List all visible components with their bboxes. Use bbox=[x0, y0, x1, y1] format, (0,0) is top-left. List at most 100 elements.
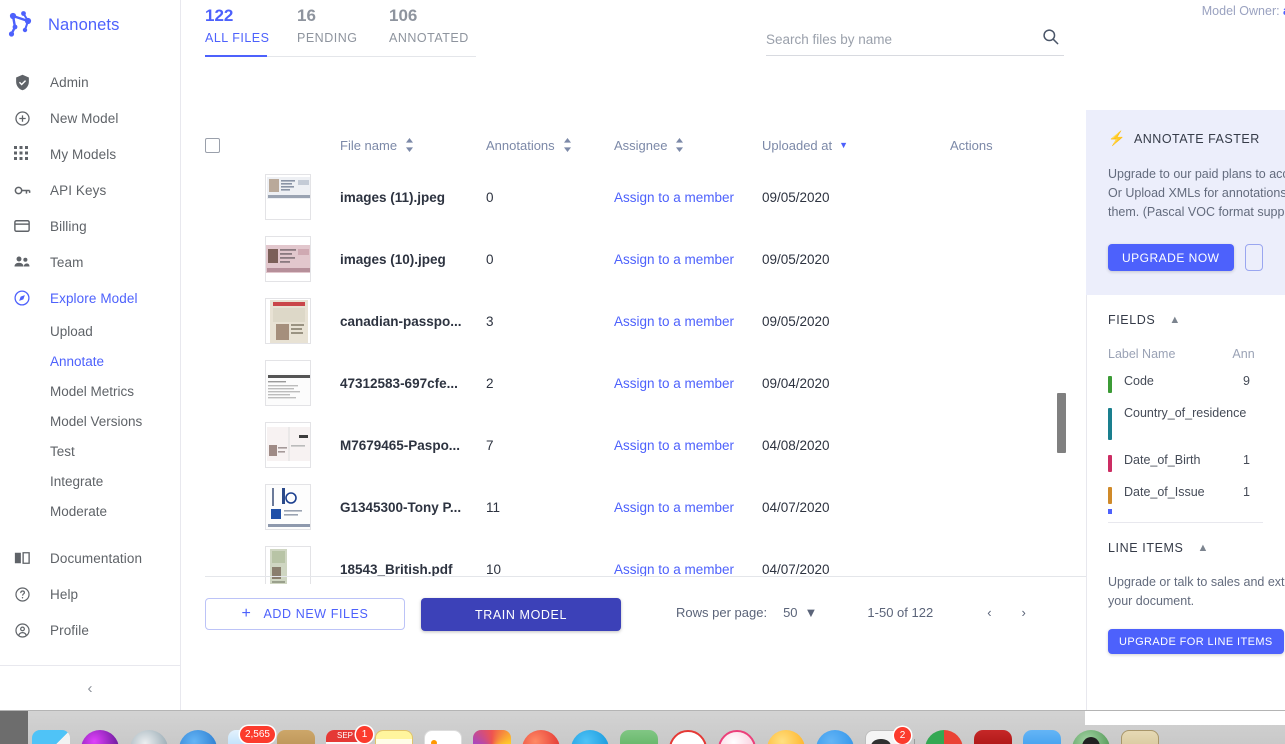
sidebar-item-integrate[interactable]: Integrate bbox=[0, 466, 180, 496]
dock-icon-reminders[interactable] bbox=[424, 730, 462, 744]
row-thumbnail-cell[interactable] bbox=[265, 236, 340, 282]
table-row[interactable]: images (11).jpeg 0 Assign to a member 09… bbox=[181, 166, 1086, 228]
rows-per-page-select[interactable]: 50 bbox=[783, 605, 797, 620]
sidebar-item-admin[interactable]: Admin bbox=[0, 64, 180, 100]
sidebar-item-explore-model[interactable]: Explore Model bbox=[0, 280, 180, 316]
chevron-up-icon[interactable]: ▲ bbox=[1197, 542, 1208, 554]
row-file-name-cell[interactable]: 18543_British.pdf bbox=[340, 562, 486, 577]
search-input[interactable] bbox=[766, 32, 1064, 56]
select-all-checkbox[interactable] bbox=[205, 137, 220, 153]
dock-icon-blue-app[interactable] bbox=[1023, 730, 1061, 744]
field-row[interactable]: Date_of_Issue 1 bbox=[1108, 485, 1263, 504]
assign-to-member-link[interactable]: Assign to a member bbox=[614, 252, 734, 267]
table-scrollbar[interactable] bbox=[1057, 393, 1066, 453]
row-thumbnail-cell[interactable] bbox=[265, 422, 340, 468]
row-assignee-cell[interactable]: Assign to a member bbox=[614, 500, 762, 515]
tab-pending[interactable]: 16 PENDING bbox=[297, 4, 389, 48]
sidebar-item-billing[interactable]: Billing bbox=[0, 208, 180, 244]
brand[interactable]: Nanonets bbox=[0, 4, 180, 46]
dock-icon-pdf-reader[interactable] bbox=[974, 730, 1012, 744]
sidebar-collapse-button[interactable]: ‹ bbox=[0, 666, 180, 710]
sidebar-item-new-model[interactable]: New Model bbox=[0, 100, 180, 136]
assign-to-member-link[interactable]: Assign to a member bbox=[614, 438, 734, 453]
dock-icon-facetime[interactable] bbox=[620, 730, 658, 744]
dock-icon-launchpad[interactable] bbox=[130, 730, 168, 744]
add-new-files-button[interactable]: + ADD NEW FILES bbox=[205, 598, 405, 630]
dock-icon-twitter[interactable] bbox=[816, 730, 854, 744]
field-row[interactable]: Country_of_residence bbox=[1108, 406, 1263, 440]
dock-icon-notes[interactable] bbox=[375, 730, 413, 744]
sidebar-item-help[interactable]: Help bbox=[0, 576, 180, 612]
row-file-name-cell[interactable]: 47312583-697cfe... bbox=[340, 376, 486, 391]
dock-icon-calendar[interactable]: SEP 1 bbox=[326, 726, 373, 744]
row-thumbnail-cell[interactable] bbox=[265, 174, 340, 220]
search-icon[interactable] bbox=[1041, 27, 1060, 51]
table-row[interactable]: 18543_British.pdf 10 Assign to a member … bbox=[181, 538, 1086, 584]
dock-icon-music[interactable] bbox=[718, 730, 756, 744]
column-header-uploaded-at[interactable]: Uploaded at ▼ bbox=[762, 138, 950, 153]
field-row[interactable]: Code 9 bbox=[1108, 374, 1263, 393]
pagination-prev-button[interactable]: ‹ bbox=[987, 605, 991, 620]
sidebar-item-moderate[interactable]: Moderate bbox=[0, 496, 180, 526]
assign-to-member-link[interactable]: Assign to a member bbox=[614, 500, 734, 515]
column-header-file-name[interactable]: File name bbox=[340, 138, 486, 153]
sort-icon[interactable] bbox=[405, 138, 414, 152]
sidebar-item-team[interactable]: Team bbox=[0, 244, 180, 280]
table-row[interactable]: images (10).jpeg 0 Assign to a member 09… bbox=[181, 228, 1086, 290]
sort-icon[interactable] bbox=[563, 138, 572, 152]
sidebar-item-my-models[interactable]: My Models bbox=[0, 136, 180, 172]
dock-icon-other-app[interactable]: 2 bbox=[865, 727, 911, 744]
line-items-header[interactable]: LINE ITEMS ▲ bbox=[1108, 541, 1263, 555]
dock-icon-chrome[interactable] bbox=[925, 730, 963, 744]
sidebar-item-documentation[interactable]: Documentation bbox=[0, 540, 180, 576]
sidebar-item-upload[interactable]: Upload bbox=[0, 316, 180, 346]
sort-desc-icon[interactable]: ▼ bbox=[839, 140, 848, 150]
dock-icon-folder[interactable] bbox=[1121, 730, 1159, 744]
sidebar-item-model-metrics[interactable]: Model Metrics bbox=[0, 376, 180, 406]
chevron-up-icon[interactable]: ▲ bbox=[1169, 314, 1180, 326]
table-row[interactable]: 47312583-697cfe... 2 Assign to a member … bbox=[181, 352, 1086, 414]
row-thumbnail-cell[interactable] bbox=[265, 298, 340, 344]
row-assignee-cell[interactable]: Assign to a member bbox=[614, 190, 762, 205]
row-assignee-cell[interactable]: Assign to a member bbox=[614, 562, 762, 577]
tab-all-files[interactable]: 122 ALL FILES bbox=[205, 4, 297, 48]
row-file-name-cell[interactable]: M7679465-Paspo... bbox=[340, 438, 486, 453]
table-row[interactable]: M7679465-Paspo... 7 Assign to a member 0… bbox=[181, 414, 1086, 476]
assign-to-member-link[interactable]: Assign to a member bbox=[614, 314, 734, 329]
table-row[interactable]: G1345300-Tony P... 11 Assign to a member… bbox=[181, 476, 1086, 538]
row-thumbnail-cell[interactable] bbox=[265, 484, 340, 530]
upgrade-for-line-items-button[interactable]: UPGRADE FOR LINE ITEMS bbox=[1108, 629, 1284, 654]
pagination-next-button[interactable]: › bbox=[1022, 605, 1026, 620]
sidebar-item-test[interactable]: Test bbox=[0, 436, 180, 466]
assign-to-member-link[interactable]: Assign to a member bbox=[614, 376, 734, 391]
row-assignee-cell[interactable]: Assign to a member bbox=[614, 376, 762, 391]
field-row[interactable]: Date_of_Birth 1 bbox=[1108, 453, 1263, 472]
row-file-name-cell[interactable]: images (11).jpeg bbox=[340, 190, 486, 205]
dock-icon-netflix[interactable] bbox=[669, 730, 707, 744]
sort-icon[interactable] bbox=[675, 138, 684, 152]
table-row[interactable]: canadian-passpo... 3 Assign to a member … bbox=[181, 290, 1086, 352]
assign-to-member-link[interactable]: Assign to a member bbox=[614, 190, 734, 205]
upgrade-now-button[interactable]: UPGRADE NOW bbox=[1108, 244, 1234, 271]
dock-icon-siri[interactable] bbox=[81, 730, 119, 744]
fields-header[interactable]: FIELDS ▲ bbox=[1108, 313, 1263, 327]
dock-icon-messages[interactable] bbox=[571, 730, 609, 744]
row-assignee-cell[interactable]: Assign to a member bbox=[614, 438, 762, 453]
row-file-name-cell[interactable]: G1345300-Tony P... bbox=[340, 500, 486, 515]
row-assignee-cell[interactable]: Assign to a member bbox=[614, 314, 762, 329]
dock-icon-green-app[interactable] bbox=[1072, 730, 1110, 744]
row-thumbnail-cell[interactable] bbox=[265, 546, 340, 584]
promo-secondary-button[interactable] bbox=[1244, 244, 1263, 271]
dock-icon-app-store[interactable] bbox=[522, 730, 560, 744]
sidebar-item-model-versions[interactable]: Model Versions bbox=[0, 406, 180, 436]
column-header-assignee[interactable]: Assignee bbox=[614, 138, 762, 153]
sidebar-item-api-keys[interactable]: API Keys bbox=[0, 172, 180, 208]
train-model-button[interactable]: TRAIN MODEL bbox=[421, 598, 621, 631]
dock-icon-contacts[interactable] bbox=[277, 730, 315, 744]
chevron-down-icon[interactable]: ▼ bbox=[805, 605, 818, 620]
sidebar-item-profile[interactable]: Profile bbox=[0, 612, 180, 648]
sidebar-item-annotate[interactable]: Annotate bbox=[0, 346, 180, 376]
column-header-annotations[interactable]: Annotations bbox=[486, 138, 614, 153]
row-file-name-cell[interactable]: images (10).jpeg bbox=[340, 252, 486, 267]
assign-to-member-link[interactable]: Assign to a member bbox=[614, 562, 734, 577]
